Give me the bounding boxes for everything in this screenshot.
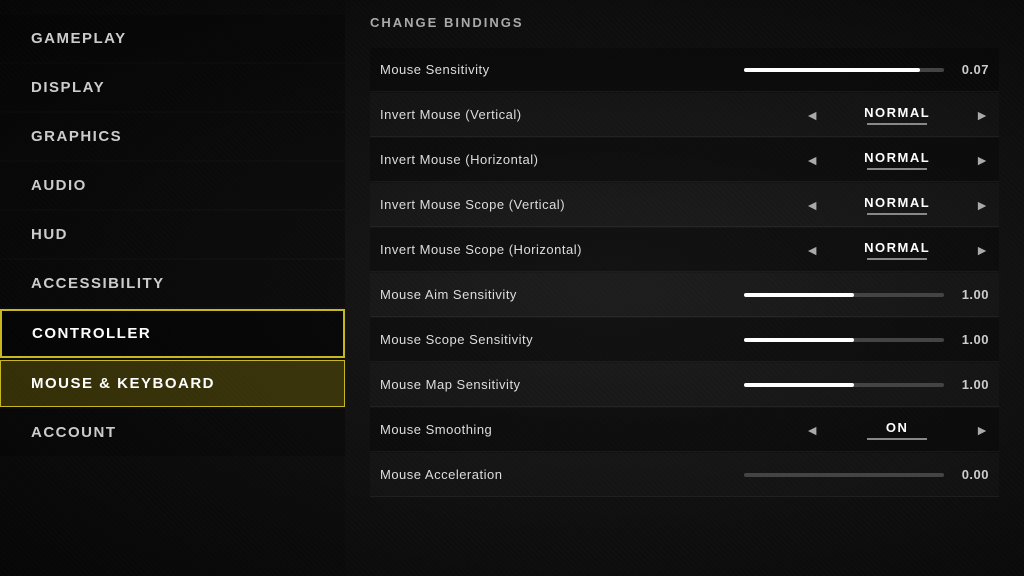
setting-label-mouse-map-sensitivity: Mouse Map Sensitivity [380, 377, 610, 392]
setting-label-mouse-acceleration: Mouse Acceleration [380, 467, 610, 482]
setting-label-invert-mouse-horizontal: Invert Mouse (Horizontal) [380, 152, 610, 167]
setting-row-mouse-map-sensitivity: Mouse Map Sensitivity 1.00 [370, 363, 999, 407]
toggle-underline-invert-mouse-horizontal [867, 168, 927, 170]
setting-row-invert-mouse-scope-vertical: Invert Mouse Scope (Vertical) ◄ NORMAL ► [370, 183, 999, 227]
setting-row-invert-mouse-scope-horizontal: Invert Mouse Scope (Horizontal) ◄ NORMAL ► [370, 228, 999, 272]
slider-container-mouse-scope-sensitivity[interactable]: 1.00 [610, 332, 989, 347]
setting-control-invert-mouse-scope-vertical: ◄ NORMAL ► [610, 195, 989, 215]
setting-row-invert-mouse-horizontal: Invert Mouse (Horizontal) ◄ NORMAL ► [370, 138, 999, 182]
arrow-right-invert-mouse-scope-vertical[interactable]: ► [975, 197, 989, 213]
slider-fill-mouse-scope-sensitivity [744, 338, 854, 342]
arrow-left-mouse-smoothing[interactable]: ◄ [805, 422, 819, 438]
slider-value-mouse-aim-sensitivity: 1.00 [954, 287, 989, 302]
setting-control-invert-mouse-scope-horizontal: ◄ NORMAL ► [610, 240, 989, 260]
slider-value-mouse-map-sensitivity: 1.00 [954, 377, 989, 392]
setting-label-invert-mouse-scope-horizontal: Invert Mouse Scope (Horizontal) [380, 242, 610, 257]
slider-track-mouse-sensitivity[interactable] [744, 68, 944, 72]
slider-value-mouse-acceleration: 0.00 [954, 467, 989, 482]
setting-row-mouse-acceleration: Mouse Acceleration 0.00 [370, 453, 999, 497]
slider-track-mouse-aim-sensitivity[interactable] [744, 293, 944, 297]
setting-label-mouse-aim-sensitivity: Mouse Aim Sensitivity [380, 287, 610, 302]
toggle-container-invert-mouse-horizontal: ◄ NORMAL ► [610, 150, 989, 170]
slider-container-mouse-map-sensitivity[interactable]: 1.00 [610, 377, 989, 392]
toggle-container-invert-mouse-vertical: ◄ NORMAL ► [610, 105, 989, 125]
toggle-underline-mouse-smoothing [867, 438, 927, 440]
toggle-value-invert-mouse-vertical: NORMAL [827, 105, 967, 120]
slider-fill-mouse-aim-sensitivity [744, 293, 854, 297]
main-content: CHANGE BINDINGS Mouse Sensitivity 0.07 Inv… [345, 0, 1024, 576]
sidebar-item-hud[interactable]: HUD [0, 211, 345, 258]
slider-value-mouse-sensitivity: 0.07 [954, 62, 989, 77]
sidebar-item-accessibility[interactable]: ACCESSIBILITY [0, 260, 345, 307]
toggle-container-mouse-smoothing: ◄ ON ► [610, 420, 989, 440]
setting-label-invert-mouse-scope-vertical: Invert Mouse Scope (Vertical) [380, 197, 610, 212]
arrow-left-invert-mouse-scope-vertical[interactable]: ◄ [805, 197, 819, 213]
toggle-underline-invert-mouse-scope-horizontal [867, 258, 927, 260]
setting-row-mouse-aim-sensitivity: Mouse Aim Sensitivity 1.00 [370, 273, 999, 317]
sidebar-item-graphics[interactable]: GRAPHICS [0, 113, 345, 160]
setting-control-invert-mouse-vertical: ◄ NORMAL ► [610, 105, 989, 125]
slider-fill-mouse-sensitivity [744, 68, 920, 72]
toggle-label-wrap-invert-mouse-scope-vertical: NORMAL [827, 195, 967, 215]
toggle-label-wrap-invert-mouse-scope-horizontal: NORMAL [827, 240, 967, 260]
slider-container-mouse-sensitivity[interactable]: 0.07 [610, 62, 989, 77]
setting-control-mouse-map-sensitivity: 1.00 [610, 377, 989, 392]
arrow-left-invert-mouse-scope-horizontal[interactable]: ◄ [805, 242, 819, 258]
setting-label-mouse-smoothing: Mouse Smoothing [380, 422, 610, 437]
toggle-value-mouse-smoothing: ON [827, 420, 967, 435]
sidebar-item-audio[interactable]: AUDIO [0, 162, 345, 209]
setting-row-mouse-scope-sensitivity: Mouse Scope Sensitivity 1.00 [370, 318, 999, 362]
setting-control-mouse-sensitivity: 0.07 [610, 62, 989, 77]
slider-track-mouse-map-sensitivity[interactable] [744, 383, 944, 387]
slider-track-mouse-acceleration[interactable] [744, 473, 944, 477]
setting-control-mouse-aim-sensitivity: 1.00 [610, 287, 989, 302]
sidebar: GAMEPLAYDISPLAYGRAPHICSAUDIOHUDACCESSIBI… [0, 0, 345, 576]
sidebar-item-account[interactable]: ACCOUNT [0, 409, 345, 456]
toggle-container-invert-mouse-scope-vertical: ◄ NORMAL ► [610, 195, 989, 215]
toggle-label-wrap-mouse-smoothing: ON [827, 420, 967, 440]
toggle-value-invert-mouse-scope-horizontal: NORMAL [827, 240, 967, 255]
sidebar-item-controller[interactable]: CONTROLLER [0, 309, 345, 358]
toggle-container-invert-mouse-scope-horizontal: ◄ NORMAL ► [610, 240, 989, 260]
setting-control-invert-mouse-horizontal: ◄ NORMAL ► [610, 150, 989, 170]
arrow-left-invert-mouse-vertical[interactable]: ◄ [805, 107, 819, 123]
arrow-left-invert-mouse-horizontal[interactable]: ◄ [805, 152, 819, 168]
section-title: CHANGE BINDINGS [370, 15, 999, 36]
setting-control-mouse-smoothing: ◄ ON ► [610, 420, 989, 440]
toggle-underline-invert-mouse-vertical [867, 123, 927, 125]
setting-label-mouse-sensitivity: Mouse Sensitivity [380, 62, 610, 77]
setting-label-invert-mouse-vertical: Invert Mouse (Vertical) [380, 107, 610, 122]
slider-track-mouse-scope-sensitivity[interactable] [744, 338, 944, 342]
setting-control-mouse-scope-sensitivity: 1.00 [610, 332, 989, 347]
slider-value-mouse-scope-sensitivity: 1.00 [954, 332, 989, 347]
sidebar-item-mouse-keyboard[interactable]: MOUSE & KEYBOARD [0, 360, 345, 407]
setting-row-mouse-sensitivity: Mouse Sensitivity 0.07 [370, 48, 999, 92]
settings-list: Mouse Sensitivity 0.07 Invert Mouse (Verti… [370, 48, 999, 497]
arrow-right-mouse-smoothing[interactable]: ► [975, 422, 989, 438]
arrow-right-invert-mouse-vertical[interactable]: ► [975, 107, 989, 123]
toggle-value-invert-mouse-scope-vertical: NORMAL [827, 195, 967, 210]
slider-fill-mouse-map-sensitivity [744, 383, 854, 387]
slider-container-mouse-acceleration[interactable]: 0.00 [610, 467, 989, 482]
toggle-label-wrap-invert-mouse-horizontal: NORMAL [827, 150, 967, 170]
sidebar-item-gameplay[interactable]: GAMEPLAY [0, 15, 345, 62]
setting-control-mouse-acceleration: 0.00 [610, 467, 989, 482]
toggle-underline-invert-mouse-scope-vertical [867, 213, 927, 215]
toggle-label-wrap-invert-mouse-vertical: NORMAL [827, 105, 967, 125]
setting-row-mouse-smoothing: Mouse Smoothing ◄ ON ► [370, 408, 999, 452]
toggle-value-invert-mouse-horizontal: NORMAL [827, 150, 967, 165]
sidebar-item-display[interactable]: DISPLAY [0, 64, 345, 111]
setting-label-mouse-scope-sensitivity: Mouse Scope Sensitivity [380, 332, 610, 347]
slider-container-mouse-aim-sensitivity[interactable]: 1.00 [610, 287, 989, 302]
arrow-right-invert-mouse-scope-horizontal[interactable]: ► [975, 242, 989, 258]
setting-row-invert-mouse-vertical: Invert Mouse (Vertical) ◄ NORMAL ► [370, 93, 999, 137]
arrow-right-invert-mouse-horizontal[interactable]: ► [975, 152, 989, 168]
